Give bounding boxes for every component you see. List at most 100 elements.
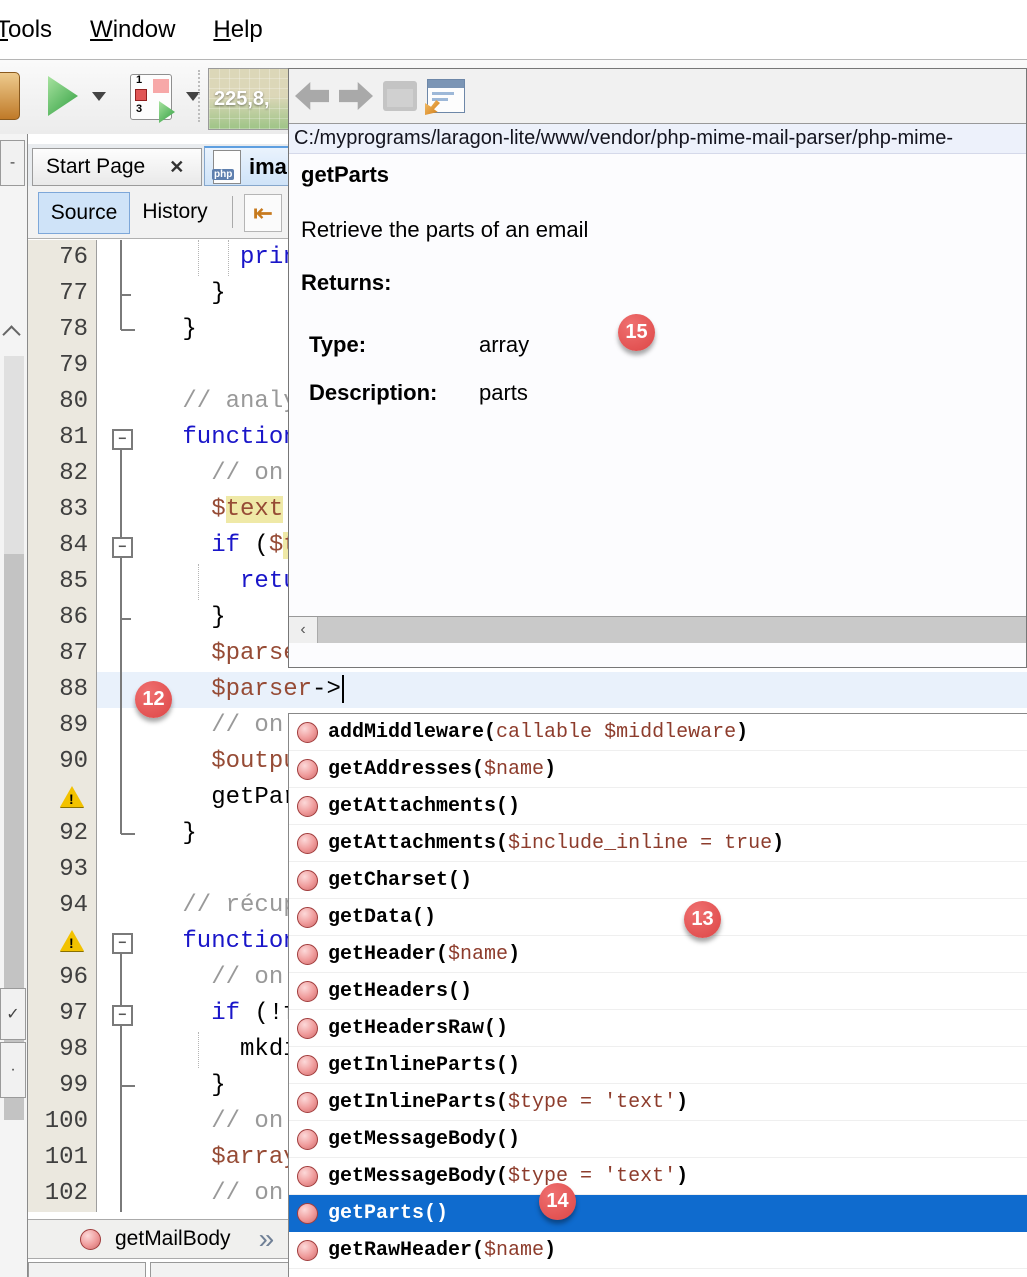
bottom-panel-edge bbox=[150, 1262, 292, 1277]
completion-item[interactable]: getResource() bbox=[289, 1269, 1027, 1277]
fold-tick bbox=[121, 294, 131, 296]
annotation-badge-15: 15 bbox=[618, 314, 655, 351]
completion-item[interactable]: getAttachments() bbox=[289, 788, 1027, 825]
completion-item[interactable]: getCharset() bbox=[289, 862, 1027, 899]
scroll-left-button[interactable]: ‹ bbox=[289, 617, 318, 643]
line-number[interactable]: 98 bbox=[28, 1032, 97, 1068]
line-number[interactable]: 77 bbox=[28, 276, 97, 312]
run-button-icon[interactable] bbox=[48, 76, 78, 116]
doc-popup-body: getParts Retrieve the parts of an email … bbox=[289, 154, 1026, 643]
source-button-label: Source bbox=[51, 201, 118, 225]
doc-popup-toolbar bbox=[289, 69, 1026, 124]
menu-tools[interactable]: Tools bbox=[0, 16, 73, 44]
text-caret bbox=[342, 675, 344, 703]
line-number[interactable]: 97 bbox=[28, 996, 97, 1032]
menu-help[interactable]: Help bbox=[192, 16, 283, 44]
fold-toggle[interactable]: − bbox=[112, 429, 133, 450]
tab-start-page[interactable]: Start Page ✕ bbox=[32, 148, 202, 186]
annotation-badge-13: 13 bbox=[684, 901, 721, 938]
line-number[interactable]: 80 bbox=[28, 384, 97, 420]
method-icon bbox=[297, 1203, 318, 1224]
menu-window[interactable]: Window bbox=[69, 16, 196, 44]
doc-file-path-text: C:/myprograms/laragon-lite/www/vendor/ph… bbox=[294, 127, 953, 150]
line-number[interactable]: 96 bbox=[28, 960, 97, 996]
fold-tick bbox=[121, 618, 131, 620]
method-icon bbox=[80, 1229, 101, 1250]
breadcrumb-method[interactable]: getMailBody bbox=[115, 1227, 231, 1251]
line-number[interactable]: 102 bbox=[28, 1176, 97, 1212]
line-number[interactable]: 99 bbox=[28, 1068, 97, 1104]
indent-guide bbox=[198, 564, 199, 600]
line-number[interactable]: 87 bbox=[28, 636, 97, 672]
php-file-icon: php bbox=[213, 150, 241, 184]
dock-minimize-button[interactable]: - bbox=[0, 140, 25, 186]
doc-horizontal-scrollbar[interactable]: ‹ bbox=[289, 616, 1026, 643]
doc-method-title: getParts bbox=[301, 162, 389, 188]
history-button[interactable]: History bbox=[130, 192, 220, 232]
clipped-toolbar-icon[interactable] bbox=[0, 72, 20, 120]
warning-gutter[interactable]: ! bbox=[28, 780, 97, 816]
warning-icon: ! bbox=[60, 930, 86, 954]
line-number[interactable]: 89 bbox=[28, 708, 97, 744]
line-number[interactable]: 101 bbox=[28, 1140, 97, 1176]
fold-toggle[interactable]: − bbox=[112, 1005, 133, 1026]
line-number[interactable]: 76 bbox=[28, 240, 97, 276]
back-arrow-icon[interactable] bbox=[295, 82, 329, 110]
line-number[interactable]: 93 bbox=[28, 852, 97, 888]
last-edit-icon[interactable]: ⇤ bbox=[244, 194, 282, 232]
completion-item[interactable]: getData() bbox=[289, 899, 1027, 936]
line-number[interactable]: 81 bbox=[28, 420, 97, 456]
completion-item[interactable]: getHeadersRaw() bbox=[289, 1010, 1027, 1047]
completion-item[interactable]: addMiddleware(callable $middleware) bbox=[289, 714, 1027, 751]
line-number[interactable]: 90 bbox=[28, 744, 97, 780]
doc-desc-label: Description: bbox=[309, 380, 479, 406]
line-number[interactable]: 83 bbox=[28, 492, 97, 528]
line-number[interactable]: 86 bbox=[28, 600, 97, 636]
method-icon bbox=[297, 981, 318, 1002]
close-icon[interactable]: ✕ bbox=[169, 157, 184, 178]
completion-item[interactable]: getAddresses($name) bbox=[289, 751, 1027, 788]
method-icon bbox=[297, 1055, 318, 1076]
collapse-chevron-icon[interactable] bbox=[2, 325, 20, 343]
dock-check-button[interactable]: ✓ bbox=[0, 988, 26, 1040]
warning-gutter[interactable]: ! bbox=[28, 924, 97, 960]
line-number[interactable]: 92 bbox=[28, 816, 97, 852]
run-dropdown-icon[interactable] bbox=[92, 92, 106, 101]
method-icon bbox=[297, 1240, 318, 1261]
line-number[interactable]: 79 bbox=[28, 348, 97, 384]
code-line[interactable]: 88 $parser-> bbox=[28, 672, 1027, 708]
completion-item[interactable]: getAttachments($include_inline = true) bbox=[289, 825, 1027, 862]
line-number[interactable]: 94 bbox=[28, 888, 97, 924]
forward-arrow-icon[interactable] bbox=[339, 82, 373, 110]
dock-dot-button[interactable]: · bbox=[0, 1042, 26, 1098]
completion-item[interactable]: getParts() bbox=[289, 1195, 1027, 1232]
disabled-window-icon bbox=[383, 81, 417, 111]
fold-line bbox=[120, 1022, 122, 1086]
fold-toggle[interactable]: − bbox=[112, 933, 133, 954]
line-number[interactable]: 84 bbox=[28, 528, 97, 564]
open-in-browser-icon[interactable] bbox=[427, 79, 465, 113]
doc-type-value: array bbox=[479, 332, 529, 357]
completion-item[interactable]: getInlineParts($type = 'text') bbox=[289, 1084, 1027, 1121]
line-number[interactable]: 85 bbox=[28, 564, 97, 600]
completion-item[interactable]: getHeaders() bbox=[289, 973, 1027, 1010]
doc-desc-value: parts bbox=[479, 380, 528, 405]
completion-item[interactable]: getRawHeader($name) bbox=[289, 1232, 1027, 1269]
method-icon bbox=[297, 1166, 318, 1187]
code-text: $parser-> bbox=[97, 672, 1027, 708]
fold-line bbox=[120, 240, 122, 330]
indent-guide bbox=[228, 240, 229, 276]
debug-steps-icon[interactable]: 1 3 bbox=[130, 74, 172, 120]
line-number[interactable]: 100 bbox=[28, 1104, 97, 1140]
line-number[interactable]: 88 bbox=[28, 672, 97, 708]
completion-item[interactable]: getMessageBody($type = 'text') bbox=[289, 1158, 1027, 1195]
fold-toggle[interactable]: − bbox=[112, 537, 133, 558]
line-number[interactable]: 82 bbox=[28, 456, 97, 492]
source-button[interactable]: Source bbox=[38, 192, 130, 234]
memory-meter[interactable]: 225,8, bbox=[208, 68, 295, 130]
completion-item[interactable]: getInlineParts() bbox=[289, 1047, 1027, 1084]
completion-item[interactable]: getMessageBody() bbox=[289, 1121, 1027, 1158]
completion-item[interactable]: getHeader($name) bbox=[289, 936, 1027, 973]
line-number[interactable]: 78 bbox=[28, 312, 97, 348]
chevron-right-icon[interactable]: » bbox=[259, 1225, 275, 1253]
